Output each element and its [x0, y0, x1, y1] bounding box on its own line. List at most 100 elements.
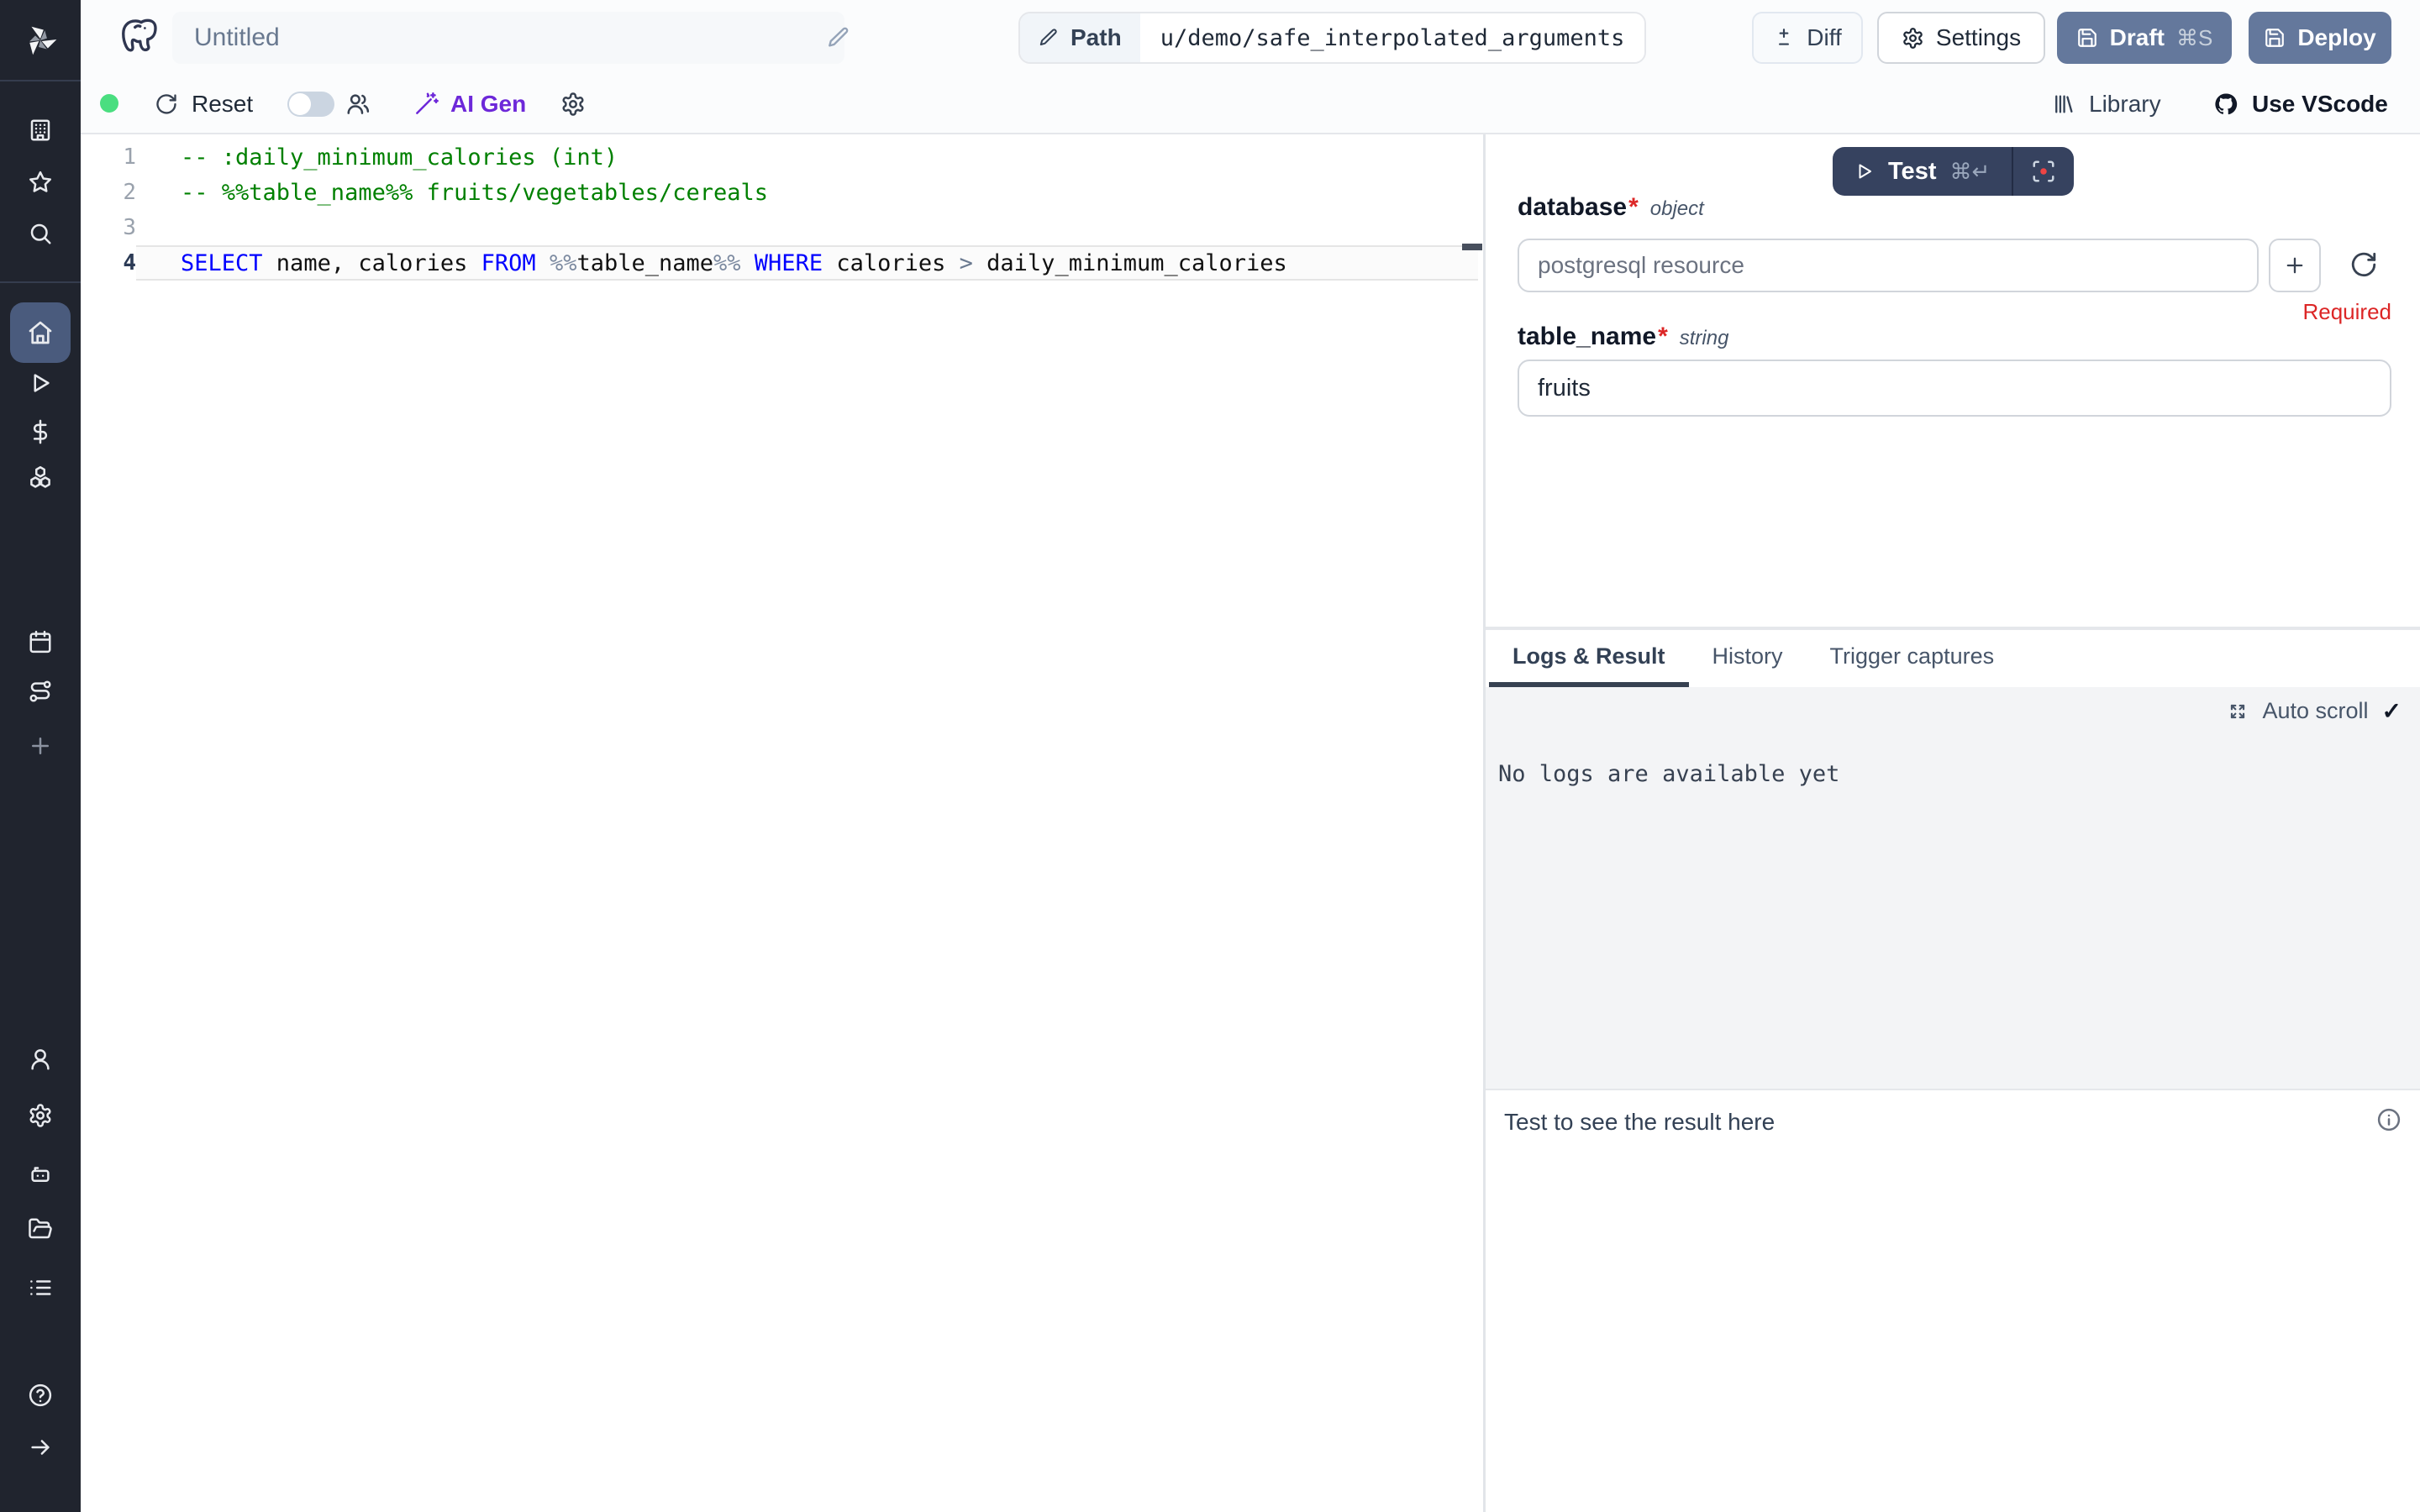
sidebar-item-settings[interactable] [0, 1089, 81, 1142]
arrow-right-icon [28, 1435, 53, 1460]
add-resource-button[interactable] [2269, 239, 2321, 292]
settings-button[interactable]: Settings [1877, 12, 2045, 64]
diff-button[interactable]: Diff [1752, 12, 1863, 64]
sidebar-item-add[interactable] [0, 719, 81, 773]
windmill-pinwheel-icon [21, 21, 60, 60]
sidebar-item-folders[interactable] [0, 1202, 81, 1256]
sidebar-item-search[interactable] [0, 207, 81, 260]
tab-trigger-captures[interactable]: Trigger captures [1807, 630, 2018, 687]
dollar-icon [28, 419, 53, 444]
library-button[interactable]: Library [2052, 76, 2161, 133]
draft-button[interactable]: Draft ⌘S [2057, 12, 2232, 64]
field-name: database [1518, 193, 1627, 221]
test-button-label: Test [1888, 158, 1936, 186]
tab-logs-result[interactable]: Logs & Result [1489, 630, 1689, 687]
settings-button-label: Settings [1936, 24, 2021, 51]
table-name-input[interactable] [1518, 360, 2391, 417]
code-text: -- :daily_minimum_calories (int) [136, 144, 1478, 171]
reset-button-label: Reset [192, 91, 253, 118]
code-line[interactable]: 2-- %%table_name%% fruits/vegetables/cer… [81, 175, 1483, 210]
required-message: Required [2302, 299, 2391, 325]
deploy-button[interactable]: Deploy [2249, 12, 2391, 64]
test-button-group: Test ⌘↵ [1833, 147, 2074, 196]
table-name-field-label: table_name* string [1518, 323, 1728, 351]
reset-button[interactable]: Reset [155, 76, 253, 133]
logs-panel: Auto scroll ✓ No logs are available yet [1486, 687, 2420, 1089]
database-field-label: database* object [1518, 193, 1704, 222]
save-icon [2264, 27, 2286, 49]
sidebar-item-collapse[interactable] [0, 1420, 81, 1474]
result-panel: Test to see the result here [1486, 1089, 2420, 1512]
sidebar-item-favorites[interactable] [0, 155, 81, 209]
sidebar-item-workers[interactable] [0, 1147, 81, 1200]
tab-history[interactable]: History [1689, 630, 1807, 687]
pencil-icon [1039, 28, 1059, 48]
play-icon [1854, 161, 1875, 181]
star-icon [28, 170, 53, 195]
sidebar-divider [0, 80, 81, 81]
field-type: string [1680, 327, 1729, 350]
deploy-button-label: Deploy [2297, 24, 2375, 51]
route-icon [28, 679, 53, 704]
sidebar-item-help[interactable] [0, 1368, 81, 1422]
database-resource-input[interactable] [1518, 239, 2259, 292]
calendar-icon [28, 629, 53, 654]
library-label: Library [2089, 91, 2161, 118]
code-line[interactable]: 4SELECT name, calories FROM %%table_name… [81, 245, 1483, 281]
diff-mode-toggle[interactable] [287, 92, 334, 117]
wand-sparkles-icon [413, 92, 439, 117]
github-icon [2213, 92, 2238, 117]
search-icon [28, 221, 53, 246]
users-icon [345, 92, 371, 117]
code-line[interactable]: 3 [81, 210, 1483, 245]
rotate-cw-icon [155, 92, 178, 116]
sidebar [0, 0, 81, 1512]
folder-open-icon [28, 1216, 53, 1242]
code-line[interactable]: 1-- :daily_minimum_calories (int) [81, 139, 1483, 175]
list-icon [28, 1275, 53, 1300]
windmill-logo[interactable] [0, 0, 81, 80]
boxes-icon [28, 465, 53, 490]
play-icon [28, 370, 53, 396]
collaborators-icon[interactable] [345, 92, 371, 117]
active-item-pill [10, 302, 71, 363]
overview-ruler-cursor-marker [1462, 244, 1482, 250]
test-shortcut: ⌘↵ [1949, 159, 1990, 185]
home-icon [27, 319, 54, 346]
diff-button-label: Diff [1807, 24, 1842, 51]
sidebar-item-flows[interactable] [0, 664, 81, 718]
sidebar-item-account[interactable] [0, 1032, 81, 1086]
result-placeholder-text: Test to see the result here [1504, 1109, 1775, 1136]
status-dot [100, 94, 118, 113]
refresh-resources-button[interactable] [2349, 250, 2378, 279]
line-number: 4 [81, 250, 136, 276]
auto-scroll-toggle[interactable]: Auto scroll ✓ [2227, 697, 2402, 725]
user-icon [28, 1047, 53, 1072]
plus-minus-icon [1773, 27, 1795, 49]
sidebar-item-workspace[interactable] [0, 103, 81, 157]
checkmark-icon: ✓ [2382, 697, 2402, 725]
required-asterisk: * [1628, 193, 1639, 221]
test-button[interactable]: Test ⌘↵ [1833, 147, 2012, 196]
help-circle-icon [28, 1383, 53, 1408]
code-lines: 1-- :daily_minimum_calories (int)2-- %%t… [81, 139, 1483, 281]
edit-title-pencil-icon[interactable] [827, 26, 850, 50]
rotate-cw-icon [2349, 250, 2378, 279]
use-vscode-button[interactable]: Use VScode [2213, 76, 2388, 133]
sidebar-item-logs[interactable] [0, 1261, 81, 1315]
script-settings-gear[interactable] [560, 92, 586, 117]
script-title-input[interactable] [172, 12, 844, 64]
path-field[interactable]: Path u/demo/safe_interpolated_arguments [1018, 12, 1646, 64]
ai-gen-button[interactable]: AI Gen [413, 76, 526, 133]
building-icon [28, 118, 53, 143]
tab-label: Trigger captures [1830, 643, 1995, 669]
sidebar-divider [0, 281, 81, 283]
info-icon[interactable] [2376, 1107, 2402, 1132]
sidebar-item-schedules[interactable] [0, 615, 81, 669]
capture-test-button[interactable] [2013, 147, 2074, 196]
sidebar-item-runs[interactable] [0, 356, 81, 410]
plus-icon [28, 733, 53, 759]
sidebar-item-resources[interactable] [0, 450, 81, 504]
code-editor[interactable]: 1-- :daily_minimum_calories (int)2-- %%t… [81, 134, 1483, 1512]
sidebar-item-home[interactable] [0, 302, 81, 363]
